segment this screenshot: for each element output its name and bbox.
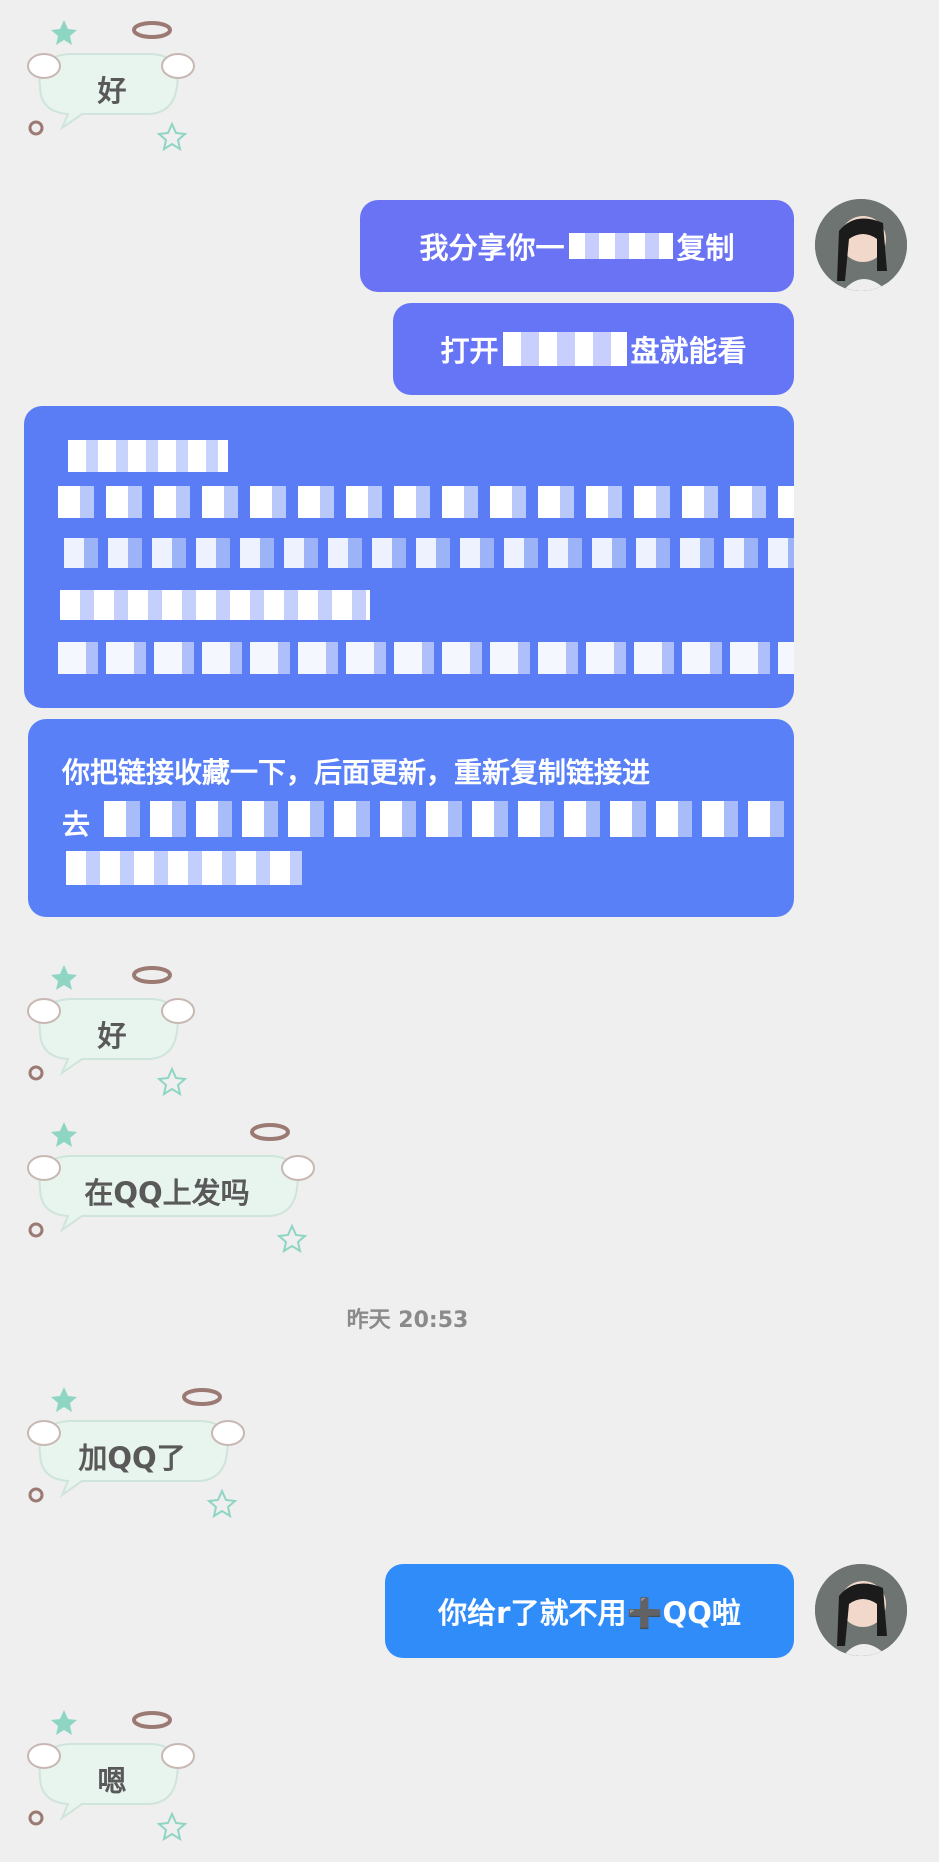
avatar[interactable] — [815, 1564, 907, 1656]
message-text: 去 — [62, 808, 91, 841]
star-icon — [51, 1122, 77, 1147]
avatar-photo — [815, 1564, 907, 1656]
avatar[interactable] — [815, 199, 907, 291]
redacted-line — [66, 851, 302, 885]
redacted-link — [58, 642, 794, 674]
message-text: 我分享你一 — [419, 231, 565, 265]
sent-share-link-bubble[interactable] — [24, 406, 794, 708]
message-text: 你把链接收藏一下，后面更新，重新复制链接进 — [62, 756, 651, 789]
timestamp: 昨天 20:53 — [346, 1308, 469, 1333]
redacted-block — [568, 233, 673, 259]
wing-icon — [27, 998, 61, 1024]
redacted-title — [68, 440, 228, 472]
star-icon — [156, 1811, 188, 1842]
wing-icon — [27, 1420, 61, 1446]
wing-icon — [27, 53, 61, 79]
redacted-line — [104, 801, 784, 837]
message-text: 加QQ了 — [78, 1441, 186, 1475]
sent-message-bubble[interactable]: 我分享你一 复制 — [360, 200, 794, 292]
received-sticker-bubble[interactable]: 好 — [22, 961, 197, 1101]
swirl-icon — [28, 1065, 44, 1081]
halo-icon — [182, 1388, 222, 1406]
swirl-icon — [28, 1487, 44, 1503]
swirl-icon — [28, 120, 44, 136]
message-text: 你给r了就不用➕QQ啦 — [438, 1596, 741, 1630]
wing-icon — [27, 1743, 61, 1769]
received-sticker-bubble[interactable]: 加QQ了 — [22, 1383, 247, 1523]
star-icon — [51, 20, 77, 45]
message-text: 复制 — [676, 231, 735, 265]
avatar-photo — [815, 199, 907, 291]
star-icon — [51, 965, 77, 990]
redacted-block — [502, 332, 627, 366]
star-icon — [51, 1710, 77, 1735]
halo-icon — [250, 1123, 290, 1141]
wing-icon — [27, 1155, 61, 1181]
wing-icon — [281, 1155, 315, 1181]
halo-icon — [132, 21, 172, 39]
message-text: 盘就能看 — [630, 334, 747, 368]
message-text: 好 — [97, 1019, 127, 1053]
message-text: 好 — [97, 74, 127, 108]
wing-icon — [211, 1420, 245, 1446]
received-sticker-bubble[interactable]: 好 — [22, 16, 197, 156]
star-icon — [276, 1223, 308, 1254]
received-sticker-bubble[interactable]: 在QQ上发吗 — [22, 1118, 317, 1258]
wing-icon — [161, 998, 195, 1024]
swirl-icon — [28, 1810, 44, 1826]
wing-icon — [161, 53, 195, 79]
halo-icon — [132, 1711, 172, 1729]
swirl-icon — [28, 1222, 44, 1238]
star-icon — [156, 1066, 188, 1097]
halo-icon — [132, 966, 172, 984]
sent-message-bubble[interactable]: 你给r了就不用➕QQ啦 — [385, 1564, 794, 1658]
message-text: 在QQ上发吗 — [84, 1176, 250, 1210]
star-icon — [51, 1387, 77, 1412]
received-sticker-bubble[interactable]: 嗯 — [22, 1706, 197, 1846]
redacted-line — [58, 486, 794, 518]
wing-icon — [161, 1743, 195, 1769]
redacted-line — [60, 590, 370, 620]
message-text: 嗯 — [97, 1764, 127, 1798]
sent-message-bubble[interactable]: 你把链接收藏一下，后面更新，重新复制链接进 去 — [28, 719, 794, 917]
redacted-line — [64, 538, 794, 568]
star-icon — [156, 121, 188, 152]
sent-message-bubble[interactable]: 打开 盘就能看 — [393, 303, 794, 395]
star-icon — [206, 1488, 238, 1519]
message-text: 打开 — [440, 334, 499, 368]
